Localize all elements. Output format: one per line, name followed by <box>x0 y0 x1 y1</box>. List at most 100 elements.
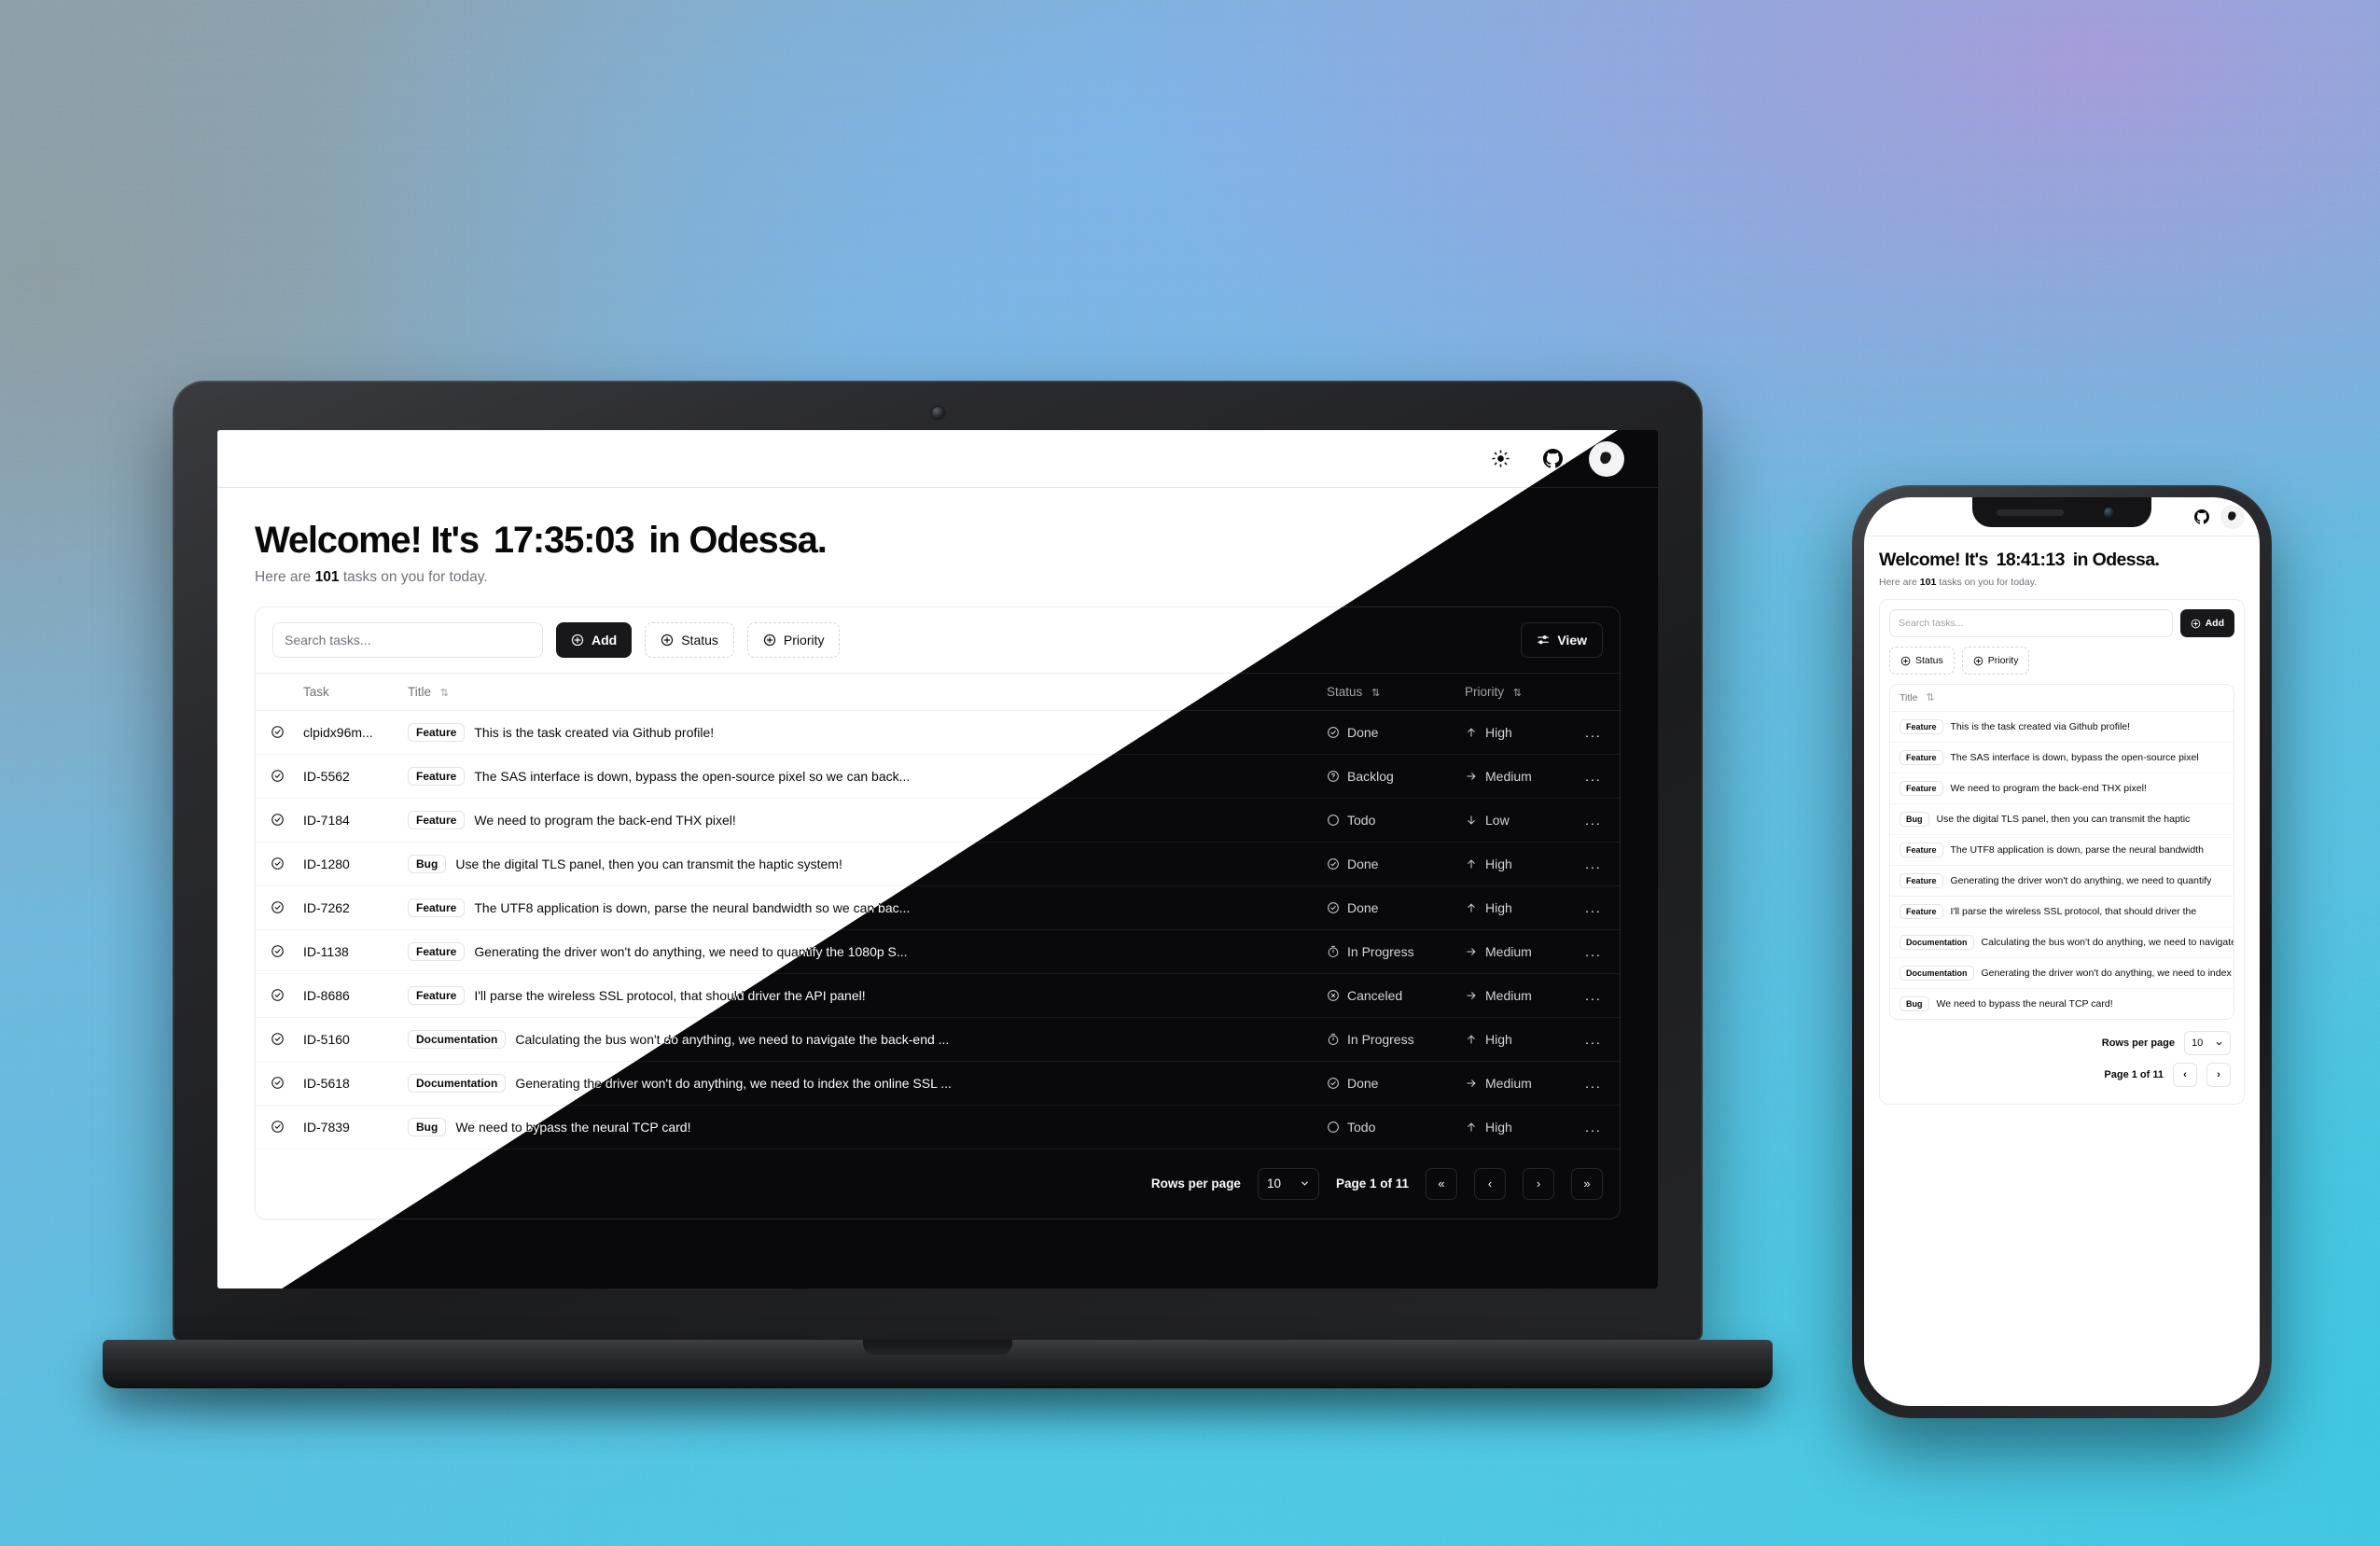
row-select-checkbox[interactable] <box>282 1017 294 1062</box>
row-type-badge: Feature <box>408 810 466 829</box>
table-row[interactable]: ID-1138 Feature Generating the driver won'… <box>282 929 1620 974</box>
user-avatar[interactable] <box>1589 440 1624 477</box>
row-select-checkbox[interactable] <box>282 842 294 886</box>
search-input[interactable]: Search tasks... <box>1889 609 2173 638</box>
priority-filter-button[interactable]: Priority <box>746 621 841 658</box>
status-filter-button[interactable]: Status <box>645 621 734 658</box>
row-select-checkbox[interactable] <box>282 710 294 755</box>
row-actions-button[interactable]: ... <box>1567 798 1620 843</box>
row-actions-button[interactable]: ... <box>1567 973 1620 1018</box>
priority-filter-button[interactable]: Priority <box>1961 647 2030 676</box>
row-actions-button[interactable]: ... <box>1567 842 1620 886</box>
row-actions-button[interactable]: ... <box>1567 1017 1620 1062</box>
list-item[interactable]: Feature This is the task created via Gith… <box>1890 712 2234 744</box>
status-filter-button[interactable]: Status <box>645 621 734 658</box>
search-input[interactable]: Search tasks... <box>272 621 543 658</box>
check-circle-icon <box>271 900 285 914</box>
row-select-checkbox[interactable] <box>256 754 294 799</box>
column-header-priority[interactable]: Priority ⇅ <box>1455 672 1567 711</box>
list-item[interactable]: Bug Use the digital TLS panel, then you c… <box>1890 804 2234 836</box>
prev-page-button[interactable]: ‹ <box>2173 1063 2197 1088</box>
row-actions-button[interactable]: ... <box>1567 885 1620 930</box>
search-input[interactable]: Search tasks... <box>282 621 543 658</box>
row-select-checkbox[interactable] <box>282 885 294 930</box>
column-header-title[interactable]: Title ⇅ <box>398 672 1317 711</box>
table-row[interactable]: ID-7262 Feature The UTF8 application is do… <box>282 885 1620 930</box>
row-select-checkbox[interactable] <box>256 1017 294 1062</box>
mobile-page-title: Welcome! It's 18:41:13 in Odessa. <box>1879 550 2245 571</box>
column-header-title[interactable]: Title ⇅ <box>398 672 1317 711</box>
table-row[interactable]: clpidx96m... Feature This is the task crea… <box>282 710 1620 755</box>
table-row[interactable]: ID-5160 Documentation Calculating the bus … <box>282 1017 1620 1062</box>
sun-icon[interactable] <box>1484 443 1516 475</box>
table-row[interactable]: ID-5562 Feature The SAS interface is down,… <box>282 754 1620 799</box>
list-item-title: Use the digital TLS panel, then you can … <box>1936 814 2191 826</box>
row-type-badge: Feature <box>408 898 466 917</box>
row-actions-button[interactable]: ... <box>1567 929 1620 974</box>
sort-icon[interactable]: ⇅ <box>1926 693 1934 703</box>
column-header-task[interactable]: Task <box>294 672 398 711</box>
row-actions-button[interactable]: ... <box>1567 1105 1620 1149</box>
next-page-button[interactable]: › <box>1523 1167 1554 1200</box>
last-page-button[interactable]: » <box>1571 1167 1603 1200</box>
github-icon[interactable] <box>1537 443 1568 475</box>
row-select-checkbox[interactable] <box>282 1061 294 1106</box>
sort-icon[interactable]: ⇅ <box>440 688 449 699</box>
user-avatar[interactable] <box>2220 504 2245 529</box>
row-task-id: clpidx96m... <box>294 710 398 755</box>
row-select-checkbox[interactable] <box>282 1105 294 1149</box>
list-item[interactable]: Feature The UTF8 application is down, par… <box>1890 835 2234 867</box>
github-icon[interactable] <box>2194 508 2209 524</box>
row-select-checkbox[interactable] <box>282 798 294 843</box>
row-task-id: ID-7839 <box>294 1105 398 1149</box>
row-select-checkbox[interactable] <box>256 710 294 755</box>
table-row[interactable]: ID-7184 Feature We need to program the bac… <box>282 798 1620 843</box>
prev-page-button[interactable]: ‹ <box>1474 1167 1506 1200</box>
status-filter-button[interactable]: Status <box>1889 647 1955 676</box>
next-page-button[interactable]: › <box>2206 1063 2231 1088</box>
first-page-button[interactable]: « <box>1426 1167 1457 1200</box>
row-select-checkbox[interactable] <box>282 973 294 1018</box>
sort-icon[interactable]: ⇅ <box>1513 688 1522 699</box>
list-item[interactable]: Feature We need to program the back-end T… <box>1890 773 2234 805</box>
sun-icon[interactable] <box>1484 443 1516 475</box>
tasks-table-body: clpidx96m... Feature This is the task crea… <box>282 710 1620 1149</box>
sort-icon[interactable]: ⇅ <box>1371 688 1380 699</box>
add-button[interactable]: Add <box>556 621 633 658</box>
row-title-text: This is the task created via Github prof… <box>474 725 715 741</box>
row-select-checkbox[interactable] <box>256 885 294 930</box>
row-actions-button[interactable]: ... <box>1567 1061 1620 1106</box>
row-select-checkbox[interactable] <box>256 1061 294 1106</box>
column-header-status[interactable]: Status ⇅ <box>1317 672 1455 711</box>
list-item[interactable]: Documentation Generating the driver won't… <box>1890 958 2234 990</box>
row-actions-button[interactable]: ... <box>1567 754 1620 799</box>
row-actions-button[interactable]: ... <box>1567 710 1620 755</box>
list-item[interactable]: Feature Generating the driver won't do an… <box>1890 866 2234 898</box>
row-select-checkbox[interactable] <box>256 973 294 1018</box>
add-button[interactable]: Add <box>2179 609 2234 638</box>
column-header-task[interactable]: Task <box>294 672 398 711</box>
add-button[interactable]: Add <box>556 621 633 658</box>
table-row[interactable]: ID-8686 Feature I'll parse the wireless SS… <box>282 973 1620 1018</box>
sort-icon[interactable]: ⇅ <box>440 688 449 699</box>
list-item[interactable]: Bug We need to bypass the neural TCP card… <box>1890 989 2234 1019</box>
row-select-checkbox[interactable] <box>282 929 294 974</box>
select-all-header[interactable] <box>282 672 294 711</box>
row-select-checkbox[interactable] <box>256 1105 294 1149</box>
row-select-checkbox[interactable] <box>282 754 294 799</box>
table-row[interactable]: ID-5618 Documentation Generating the drive… <box>282 1061 1620 1106</box>
list-item[interactable]: Feature The SAS interface is down, bypass… <box>1890 743 2234 774</box>
mobile-column-header-title[interactable]: Title ⇅ <box>1890 685 2234 713</box>
row-select-checkbox[interactable] <box>256 929 294 974</box>
row-select-checkbox[interactable] <box>256 798 294 843</box>
table-row[interactable]: ID-7839 Bug We need to bypass the neural T… <box>282 1105 1620 1149</box>
row-select-checkbox[interactable] <box>256 842 294 886</box>
rows-per-page-select[interactable]: 10 <box>1257 1167 1319 1200</box>
table-row[interactable]: ID-1280 Bug Use the digital TLS panel, the… <box>282 842 1620 886</box>
select-all-header[interactable] <box>256 672 294 711</box>
list-item[interactable]: Feature I'll parse the wireless SSL proto… <box>1890 897 2234 928</box>
rows-per-page-select[interactable]: 10 <box>2184 1031 2231 1056</box>
view-options-button[interactable]: View <box>1521 621 1603 658</box>
list-item[interactable]: Documentation Calculating the bus won't d… <box>1890 927 2234 959</box>
priority-filter-button[interactable]: Priority <box>746 621 841 658</box>
